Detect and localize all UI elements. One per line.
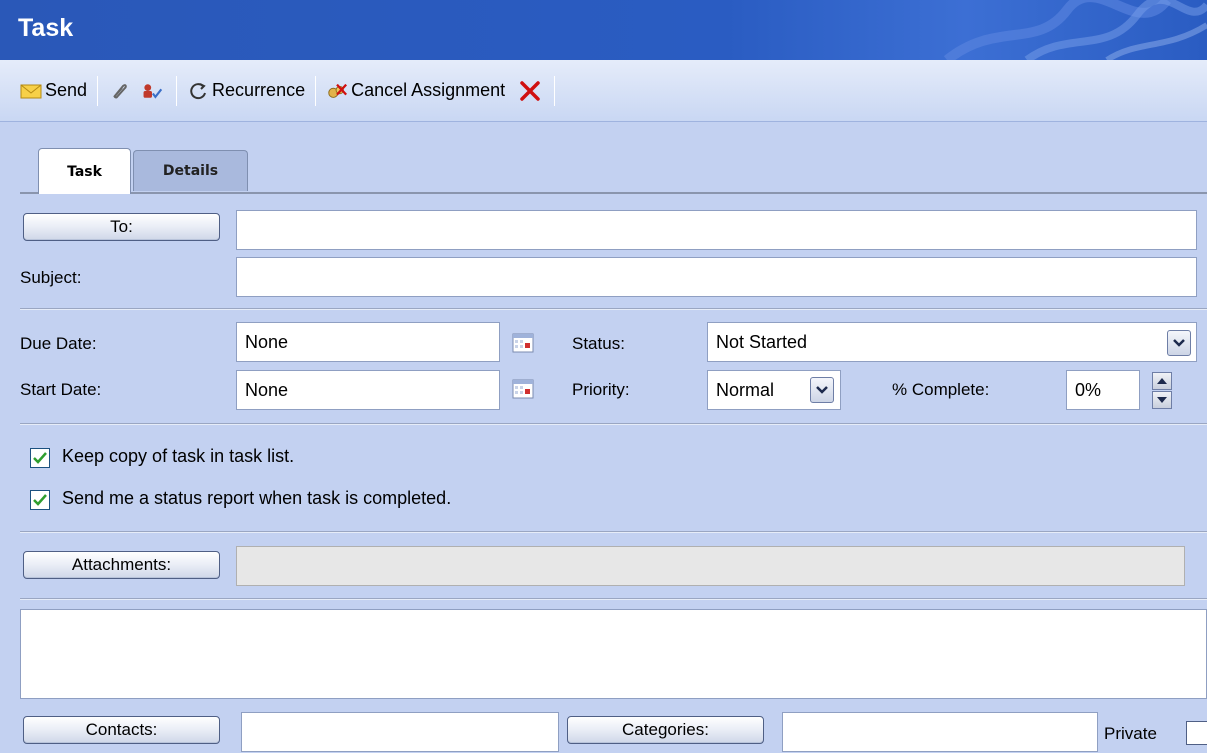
checkmark-icon: [33, 452, 47, 464]
subject-field[interactable]: [236, 257, 1197, 297]
status-report-checkbox[interactable]: [30, 490, 50, 510]
cancel-assignment-label: Cancel Assignment: [351, 80, 506, 100]
task-body-editor[interactable]: [20, 609, 1207, 699]
delete-button[interactable]: [515, 74, 548, 108]
priority-dropdown-button[interactable]: [810, 377, 834, 403]
arrow-up-icon: [1157, 378, 1167, 384]
priority-label: Priority:: [572, 380, 630, 399]
status-select[interactable]: Not Started: [707, 322, 1197, 362]
check-names-button[interactable]: [137, 74, 170, 108]
categories-button[interactable]: Categories:: [567, 716, 764, 744]
recurrence-icon: [190, 82, 207, 99]
checkmark-icon: [33, 494, 47, 506]
send-button[interactable]: Send: [16, 74, 91, 108]
paperclip-icon: [113, 83, 127, 98]
cancel-assignment-button[interactable]: Cancel Assignment: [322, 74, 509, 108]
categories-field[interactable]: [782, 712, 1098, 752]
due-date-field[interactable]: None: [236, 322, 500, 362]
start-date-label: Start Date:: [20, 380, 102, 399]
toolbar-separator: [315, 75, 317, 106]
percent-complete-field[interactable]: 0%: [1066, 370, 1140, 410]
keep-copy-checkbox[interactable]: [30, 448, 50, 468]
attachments-field: [236, 546, 1185, 586]
toolbar-separator: [97, 75, 99, 106]
spin-down-button[interactable]: [1152, 391, 1172, 409]
divider: [20, 531, 1207, 533]
private-checkbox[interactable]: [1186, 721, 1207, 745]
tab-underline: [20, 192, 1207, 194]
calendar-icon[interactable]: [512, 379, 534, 399]
spin-up-button[interactable]: [1152, 372, 1172, 390]
recurrence-label: Recurrence: [212, 80, 306, 100]
cancel-assignment-icon: [328, 83, 348, 98]
envelope-icon: [20, 84, 42, 98]
percent-complete-spinner[interactable]: [1152, 372, 1172, 410]
status-label: Status:: [572, 334, 625, 353]
window-title: Task: [18, 14, 74, 42]
attach-file-button[interactable]: [104, 74, 137, 108]
delete-icon: [520, 80, 540, 101]
contacts-field[interactable]: [241, 712, 559, 752]
tab-task[interactable]: Task: [38, 148, 131, 194]
calendar-icon[interactable]: [512, 333, 534, 353]
tab-details[interactable]: Details: [133, 150, 248, 191]
divider: [20, 598, 1207, 600]
status-dropdown-button[interactable]: [1167, 330, 1191, 356]
status-report-label: Send me a status report when task is com…: [62, 488, 452, 508]
toolbar: Send Recurrence Cancel Assignment: [0, 60, 1207, 122]
divider: [20, 308, 1207, 310]
check-names-icon: [143, 83, 163, 99]
priority-value: Normal: [716, 380, 775, 400]
chevron-down-icon: [816, 386, 828, 394]
window-titlebar: Task: [0, 0, 1207, 60]
attachments-button[interactable]: Attachments:: [23, 551, 220, 579]
contacts-button[interactable]: Contacts:: [23, 716, 220, 744]
recurrence-button[interactable]: Recurrence: [183, 74, 309, 108]
to-button[interactable]: To:: [23, 213, 220, 241]
chevron-down-icon: [1173, 339, 1185, 347]
start-date-field[interactable]: None: [236, 370, 500, 410]
titlebar-decoration: [943, 0, 1207, 60]
keep-copy-label: Keep copy of task in task list.: [62, 446, 295, 466]
subject-label: Subject:: [20, 268, 82, 287]
private-label: Private: [1104, 724, 1157, 743]
status-value: Not Started: [716, 332, 808, 352]
toolbar-separator: [554, 75, 556, 106]
send-label: Send: [45, 80, 88, 100]
percent-complete-label: % Complete:: [892, 380, 990, 399]
due-date-label: Due Date:: [20, 334, 97, 353]
arrow-down-icon: [1157, 397, 1167, 403]
toolbar-separator: [176, 75, 178, 106]
to-field[interactable]: [236, 210, 1197, 250]
divider: [20, 423, 1207, 425]
